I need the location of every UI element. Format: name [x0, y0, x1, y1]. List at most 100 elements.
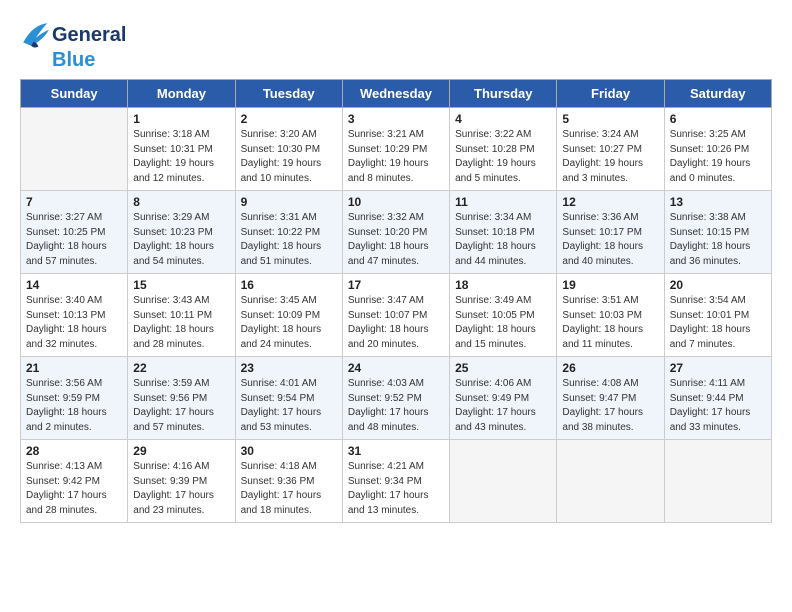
calendar-header-wednesday: Wednesday	[342, 80, 449, 108]
calendar-cell: 8Sunrise: 3:29 AM Sunset: 10:23 PM Dayli…	[128, 191, 235, 274]
day-number: 20	[670, 278, 766, 292]
day-info: Sunrise: 3:20 AM Sunset: 10:30 PM Daylig…	[241, 128, 337, 186]
day-info: Sunrise: 3:43 AM Sunset: 10:11 PM Daylig…	[133, 294, 229, 352]
day-info: Sunrise: 4:13 AM Sunset: 9:42 PM Dayligh…	[26, 460, 122, 518]
day-info: Sunrise: 3:49 AM Sunset: 10:05 PM Daylig…	[455, 294, 551, 352]
day-info: Sunrise: 4:11 AM Sunset: 9:44 PM Dayligh…	[670, 377, 766, 435]
day-info: Sunrise: 3:22 AM Sunset: 10:28 PM Daylig…	[455, 128, 551, 186]
day-info: Sunrise: 3:36 AM Sunset: 10:17 PM Daylig…	[562, 211, 658, 269]
day-info: Sunrise: 3:40 AM Sunset: 10:13 PM Daylig…	[26, 294, 122, 352]
calendar-cell: 26 Sunrise: 4:08 AM Sunset: 9:47 PM Dayli…	[557, 357, 664, 440]
page: General Blue SundayMondayTuesdayWednesday…	[0, 0, 792, 543]
day-number: 1	[133, 112, 229, 126]
calendar-cell: 7Sunrise: 3:27 AM Sunset: 10:25 PM Dayli…	[21, 191, 128, 274]
day-info: Sunrise: 3:24 AM Sunset: 10:27 PM Daylig…	[562, 128, 658, 186]
day-number: 14	[26, 278, 122, 292]
calendar-cell: 18Sunrise: 3:49 AM Sunset: 10:05 PM Dayl…	[450, 274, 557, 357]
day-number: 27	[670, 361, 766, 375]
day-number: 21	[26, 361, 122, 375]
day-number: 2	[241, 112, 337, 126]
day-number: 7	[26, 195, 122, 209]
calendar-cell: 9Sunrise: 3:31 AM Sunset: 10:22 PM Dayli…	[235, 191, 342, 274]
day-number: 28	[26, 444, 122, 458]
day-number: 17	[348, 278, 444, 292]
calendar-cell: 17 Sunrise: 3:47 AM Sunset: 10:07 PM Dayl…	[342, 274, 449, 357]
bird-icon	[20, 20, 52, 49]
day-info: Sunrise: 3:56 AM Sunset: 9:59 PM Dayligh…	[26, 377, 122, 435]
day-number: 4	[455, 112, 551, 126]
day-number: 11	[455, 195, 551, 209]
calendar-header-thursday: Thursday	[450, 80, 557, 108]
calendar-cell	[664, 440, 771, 523]
day-info: Sunrise: 3:38 AM Sunset: 10:15 PM Daylig…	[670, 211, 766, 269]
calendar-cell: 12 Sunrise: 3:36 AM Sunset: 10:17 PM Dayl…	[557, 191, 664, 274]
calendar-cell: 2 Sunrise: 3:20 AM Sunset: 10:30 PM Dayli…	[235, 108, 342, 191]
calendar-table: SundayMondayTuesdayWednesdayThursdayFrid…	[20, 79, 772, 523]
calendar-cell: 25Sunrise: 4:06 AM Sunset: 9:49 PM Dayli…	[450, 357, 557, 440]
calendar-cell: 20 Sunrise: 3:54 AM Sunset: 10:01 PM Dayl…	[664, 274, 771, 357]
calendar-cell: 15Sunrise: 3:43 AM Sunset: 10:11 PM Dayl…	[128, 274, 235, 357]
calendar-cell: 1 Sunrise: 3:18 AM Sunset: 10:31 PM Dayli…	[128, 108, 235, 191]
calendar-cell: 13Sunrise: 3:38 AM Sunset: 10:15 PM Dayl…	[664, 191, 771, 274]
day-number: 6	[670, 112, 766, 126]
day-number: 8	[133, 195, 229, 209]
calendar-cell	[450, 440, 557, 523]
calendar-header-row: SundayMondayTuesdayWednesdayThursdayFrid…	[21, 80, 772, 108]
day-number: 10	[348, 195, 444, 209]
calendar-header-tuesday: Tuesday	[235, 80, 342, 108]
logo: General Blue	[20, 20, 126, 71]
calendar-cell: 21 Sunrise: 3:56 AM Sunset: 9:59 PM Dayli…	[21, 357, 128, 440]
calendar-week-4: 21 Sunrise: 3:56 AM Sunset: 9:59 PM Dayli…	[21, 357, 772, 440]
logo-blue-text: Blue	[52, 49, 95, 71]
calendar-cell: 22 Sunrise: 3:59 AM Sunset: 9:56 PM Dayli…	[128, 357, 235, 440]
day-number: 23	[241, 361, 337, 375]
day-info: Sunrise: 3:31 AM Sunset: 10:22 PM Daylig…	[241, 211, 337, 269]
calendar-cell: 31Sunrise: 4:21 AM Sunset: 9:34 PM Dayli…	[342, 440, 449, 523]
calendar-cell: 5 Sunrise: 3:24 AM Sunset: 10:27 PM Dayli…	[557, 108, 664, 191]
calendar-cell: 3 Sunrise: 3:21 AM Sunset: 10:29 PM Dayli…	[342, 108, 449, 191]
calendar-header-saturday: Saturday	[664, 80, 771, 108]
calendar-cell: 23 Sunrise: 4:01 AM Sunset: 9:54 PM Dayli…	[235, 357, 342, 440]
calendar-cell	[557, 440, 664, 523]
day-info: Sunrise: 3:59 AM Sunset: 9:56 PM Dayligh…	[133, 377, 229, 435]
calendar-week-5: 28 Sunrise: 4:13 AM Sunset: 9:42 PM Dayli…	[21, 440, 772, 523]
calendar-cell: 14 Sunrise: 3:40 AM Sunset: 10:13 PM Dayl…	[21, 274, 128, 357]
calendar-week-3: 14 Sunrise: 3:40 AM Sunset: 10:13 PM Dayl…	[21, 274, 772, 357]
calendar-week-2: 7Sunrise: 3:27 AM Sunset: 10:25 PM Dayli…	[21, 191, 772, 274]
calendar-header-monday: Monday	[128, 80, 235, 108]
day-info: Sunrise: 3:45 AM Sunset: 10:09 PM Daylig…	[241, 294, 337, 352]
day-info: Sunrise: 4:01 AM Sunset: 9:54 PM Dayligh…	[241, 377, 337, 435]
logo-general-text: General	[52, 24, 126, 46]
day-info: Sunrise: 3:47 AM Sunset: 10:07 PM Daylig…	[348, 294, 444, 352]
day-number: 5	[562, 112, 658, 126]
day-info: Sunrise: 3:32 AM Sunset: 10:20 PM Daylig…	[348, 211, 444, 269]
calendar-cell: 30Sunrise: 4:18 AM Sunset: 9:36 PM Dayli…	[235, 440, 342, 523]
calendar-cell: 24 Sunrise: 4:03 AM Sunset: 9:52 PM Dayli…	[342, 357, 449, 440]
day-number: 12	[562, 195, 658, 209]
day-number: 29	[133, 444, 229, 458]
day-info: Sunrise: 3:54 AM Sunset: 10:01 PM Daylig…	[670, 294, 766, 352]
day-info: Sunrise: 3:25 AM Sunset: 10:26 PM Daylig…	[670, 128, 766, 186]
day-info: Sunrise: 4:21 AM Sunset: 9:34 PM Dayligh…	[348, 460, 444, 518]
day-info: Sunrise: 3:21 AM Sunset: 10:29 PM Daylig…	[348, 128, 444, 186]
calendar-header-sunday: Sunday	[21, 80, 128, 108]
day-number: 24	[348, 361, 444, 375]
calendar-cell: 28 Sunrise: 4:13 AM Sunset: 9:42 PM Dayli…	[21, 440, 128, 523]
calendar-cell	[21, 108, 128, 191]
day-number: 22	[133, 361, 229, 375]
calendar-header-friday: Friday	[557, 80, 664, 108]
day-info: Sunrise: 4:08 AM Sunset: 9:47 PM Dayligh…	[562, 377, 658, 435]
day-number: 19	[562, 278, 658, 292]
header: General Blue	[20, 20, 772, 71]
day-info: Sunrise: 3:18 AM Sunset: 10:31 PM Daylig…	[133, 128, 229, 186]
calendar-cell: 29Sunrise: 4:16 AM Sunset: 9:39 PM Dayli…	[128, 440, 235, 523]
day-info: Sunrise: 4:06 AM Sunset: 9:49 PM Dayligh…	[455, 377, 551, 435]
calendar-cell: 6 Sunrise: 3:25 AM Sunset: 10:26 PM Dayli…	[664, 108, 771, 191]
day-info: Sunrise: 4:03 AM Sunset: 9:52 PM Dayligh…	[348, 377, 444, 435]
calendar-cell: 19Sunrise: 3:51 AM Sunset: 10:03 PM Dayl…	[557, 274, 664, 357]
day-number: 26	[562, 361, 658, 375]
calendar-cell: 16 Sunrise: 3:45 AM Sunset: 10:09 PM Dayl…	[235, 274, 342, 357]
day-number: 16	[241, 278, 337, 292]
day-number: 3	[348, 112, 444, 126]
day-info: Sunrise: 3:34 AM Sunset: 10:18 PM Daylig…	[455, 211, 551, 269]
